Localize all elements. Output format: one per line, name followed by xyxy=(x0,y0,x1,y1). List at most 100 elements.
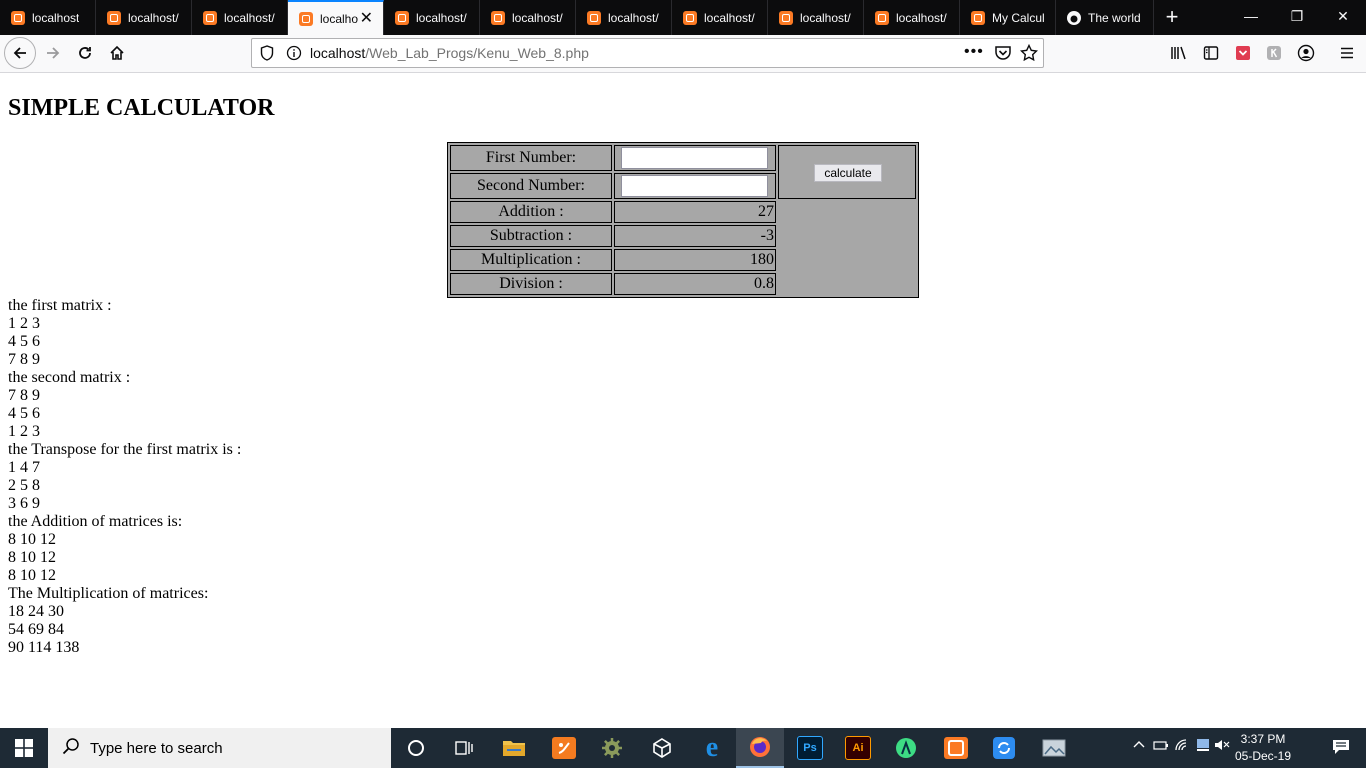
xampp-icon xyxy=(394,10,410,26)
unity-icon[interactable] xyxy=(638,732,686,764)
info-icon[interactable] xyxy=(286,45,302,64)
edge-icon[interactable]: e xyxy=(688,732,736,764)
first-number-input[interactable] xyxy=(621,147,768,169)
library-icon[interactable] xyxy=(1164,38,1194,68)
matrix-output: the first matrix : 1 2 3 4 5 6 7 8 9 the… xyxy=(8,297,241,657)
output-line: 8 10 12 xyxy=(8,567,56,584)
output-line: The Multiplication of matrices: xyxy=(8,585,209,602)
xampp-icon xyxy=(586,10,602,26)
output-line: 7 8 9 xyxy=(8,351,40,368)
tab-7[interactable]: localhost/ xyxy=(576,0,672,35)
tab-10[interactable]: localhost/ xyxy=(864,0,960,35)
battery-icon[interactable] xyxy=(1153,738,1169,754)
cortana-icon[interactable] xyxy=(392,732,440,764)
chevron-up-icon[interactable] xyxy=(1133,738,1145,754)
navigation-bar: localhost/Web_Lab_Progs/Kenu_Web_8.php •… xyxy=(0,35,1366,73)
shield-icon[interactable] xyxy=(260,45,274,64)
bookmark-star-icon[interactable] xyxy=(1019,43,1039,65)
url-bar[interactable]: localhost/Web_Lab_Progs/Kenu_Web_8.php •… xyxy=(251,38,1044,68)
photos-app-icon[interactable] xyxy=(1030,732,1078,764)
output-line: 4 5 6 xyxy=(8,333,40,350)
url-text[interactable]: localhost/Web_Lab_Progs/Kenu_Web_8.php xyxy=(310,45,589,61)
account-icon[interactable] xyxy=(1291,38,1321,68)
xampp-icon xyxy=(778,10,794,26)
tab-label: localhost/ xyxy=(608,10,659,25)
subtraction-label: Subtraction : xyxy=(450,225,612,247)
second-number-input[interactable] xyxy=(621,175,768,197)
restore-button[interactable]: ❐ xyxy=(1274,0,1320,33)
tab-5[interactable]: localhost/ xyxy=(384,0,480,35)
page-actions-icon[interactable]: ••• xyxy=(964,43,984,61)
reload-icon xyxy=(79,47,91,59)
tab-label: localhost/ xyxy=(416,10,467,25)
github-icon xyxy=(1066,10,1082,26)
multiplication-value: 180 xyxy=(614,249,776,271)
xampp-icon xyxy=(682,10,698,26)
paint-app-icon[interactable] xyxy=(540,732,588,764)
calculator-table: First Number: calculate Second Number: A… xyxy=(447,142,919,298)
tab-6[interactable]: localhost/ xyxy=(480,0,576,35)
output-line: 2 5 8 xyxy=(8,477,40,494)
output-line: 18 24 30 xyxy=(8,603,64,620)
xampp-icon xyxy=(106,10,122,26)
illustrator-icon[interactable]: Ai xyxy=(834,732,882,764)
output-line: the Transpose for the first matrix is : xyxy=(8,441,242,458)
division-value: 0.8 xyxy=(614,273,776,295)
tab-1[interactable]: localhost xyxy=(0,0,96,35)
network-icon[interactable] xyxy=(1196,738,1210,755)
xampp-icon xyxy=(970,10,986,26)
xampp-icon xyxy=(298,11,314,27)
tab-9[interactable]: localhost/ xyxy=(768,0,864,35)
xampp-icon xyxy=(490,10,506,26)
task-view-icon[interactable] xyxy=(440,732,488,764)
tab-12[interactable]: The world xyxy=(1056,0,1154,35)
tab-label: My Calcul xyxy=(992,10,1045,25)
clock-date: 05-Dec-19 xyxy=(1234,749,1292,763)
tab-3[interactable]: localhost/ xyxy=(192,0,288,35)
calculate-button[interactable]: calculate xyxy=(814,164,882,182)
new-tab-button[interactable]: + xyxy=(1160,4,1184,30)
file-explorer-icon[interactable] xyxy=(490,732,538,764)
addition-value: 27 xyxy=(614,201,776,223)
clock[interactable]: 3:37 PM 05-Dec-19 xyxy=(1228,731,1298,765)
tab-2[interactable]: localhost/ xyxy=(96,0,192,35)
output-line: 8 10 12 xyxy=(8,531,56,548)
xampp-icon[interactable] xyxy=(932,732,980,764)
output-line: 90 114 138 xyxy=(8,639,80,656)
tab-label: localhost/ xyxy=(128,10,179,25)
wifi-icon[interactable] xyxy=(1174,738,1190,755)
action-center-icon[interactable] xyxy=(1332,739,1350,758)
forward-button[interactable] xyxy=(38,38,68,68)
tab-bar: localhost localhost/ localhost/ localhos… xyxy=(0,0,1366,35)
android-studio-icon[interactable] xyxy=(882,732,930,764)
start-button[interactable] xyxy=(0,728,48,768)
back-button[interactable] xyxy=(4,37,36,69)
close-window-button[interactable]: ✕ xyxy=(1320,0,1366,33)
output-line: 1 2 3 xyxy=(8,315,40,332)
forward-arrow-icon xyxy=(47,47,60,59)
home-button[interactable] xyxy=(102,38,132,68)
sync-app-icon[interactable] xyxy=(980,732,1028,764)
xampp-icon xyxy=(874,10,890,26)
settings-icon[interactable] xyxy=(588,732,636,764)
tab-label: localhost/ xyxy=(512,10,563,25)
close-tab-icon[interactable]: ✕ xyxy=(360,10,373,28)
tab-8[interactable]: localhost/ xyxy=(672,0,768,35)
minimize-button[interactable]: — xyxy=(1228,0,1274,33)
taskbar-search-box[interactable]: Type here to search xyxy=(48,728,391,768)
back-arrow-icon xyxy=(13,47,26,59)
home-icon xyxy=(110,45,124,60)
extension-icon[interactable] xyxy=(1259,38,1289,68)
pocket-extension-icon[interactable] xyxy=(1228,38,1258,68)
tab-11[interactable]: My Calcul xyxy=(960,0,1056,35)
menu-icon[interactable] xyxy=(1332,38,1362,68)
output-line: 7 8 9 xyxy=(8,387,40,404)
firefox-icon[interactable] xyxy=(736,728,784,768)
photoshop-icon[interactable]: Ps xyxy=(786,732,834,764)
tab-label: localhost/ xyxy=(896,10,947,25)
reload-button[interactable] xyxy=(70,38,100,68)
sidebar-icon[interactable] xyxy=(1196,38,1226,68)
page-title: SIMPLE CALCULATOR xyxy=(8,95,275,121)
tab-4-active[interactable]: localhost ✕ xyxy=(288,0,384,35)
pocket-icon[interactable] xyxy=(994,45,1012,64)
